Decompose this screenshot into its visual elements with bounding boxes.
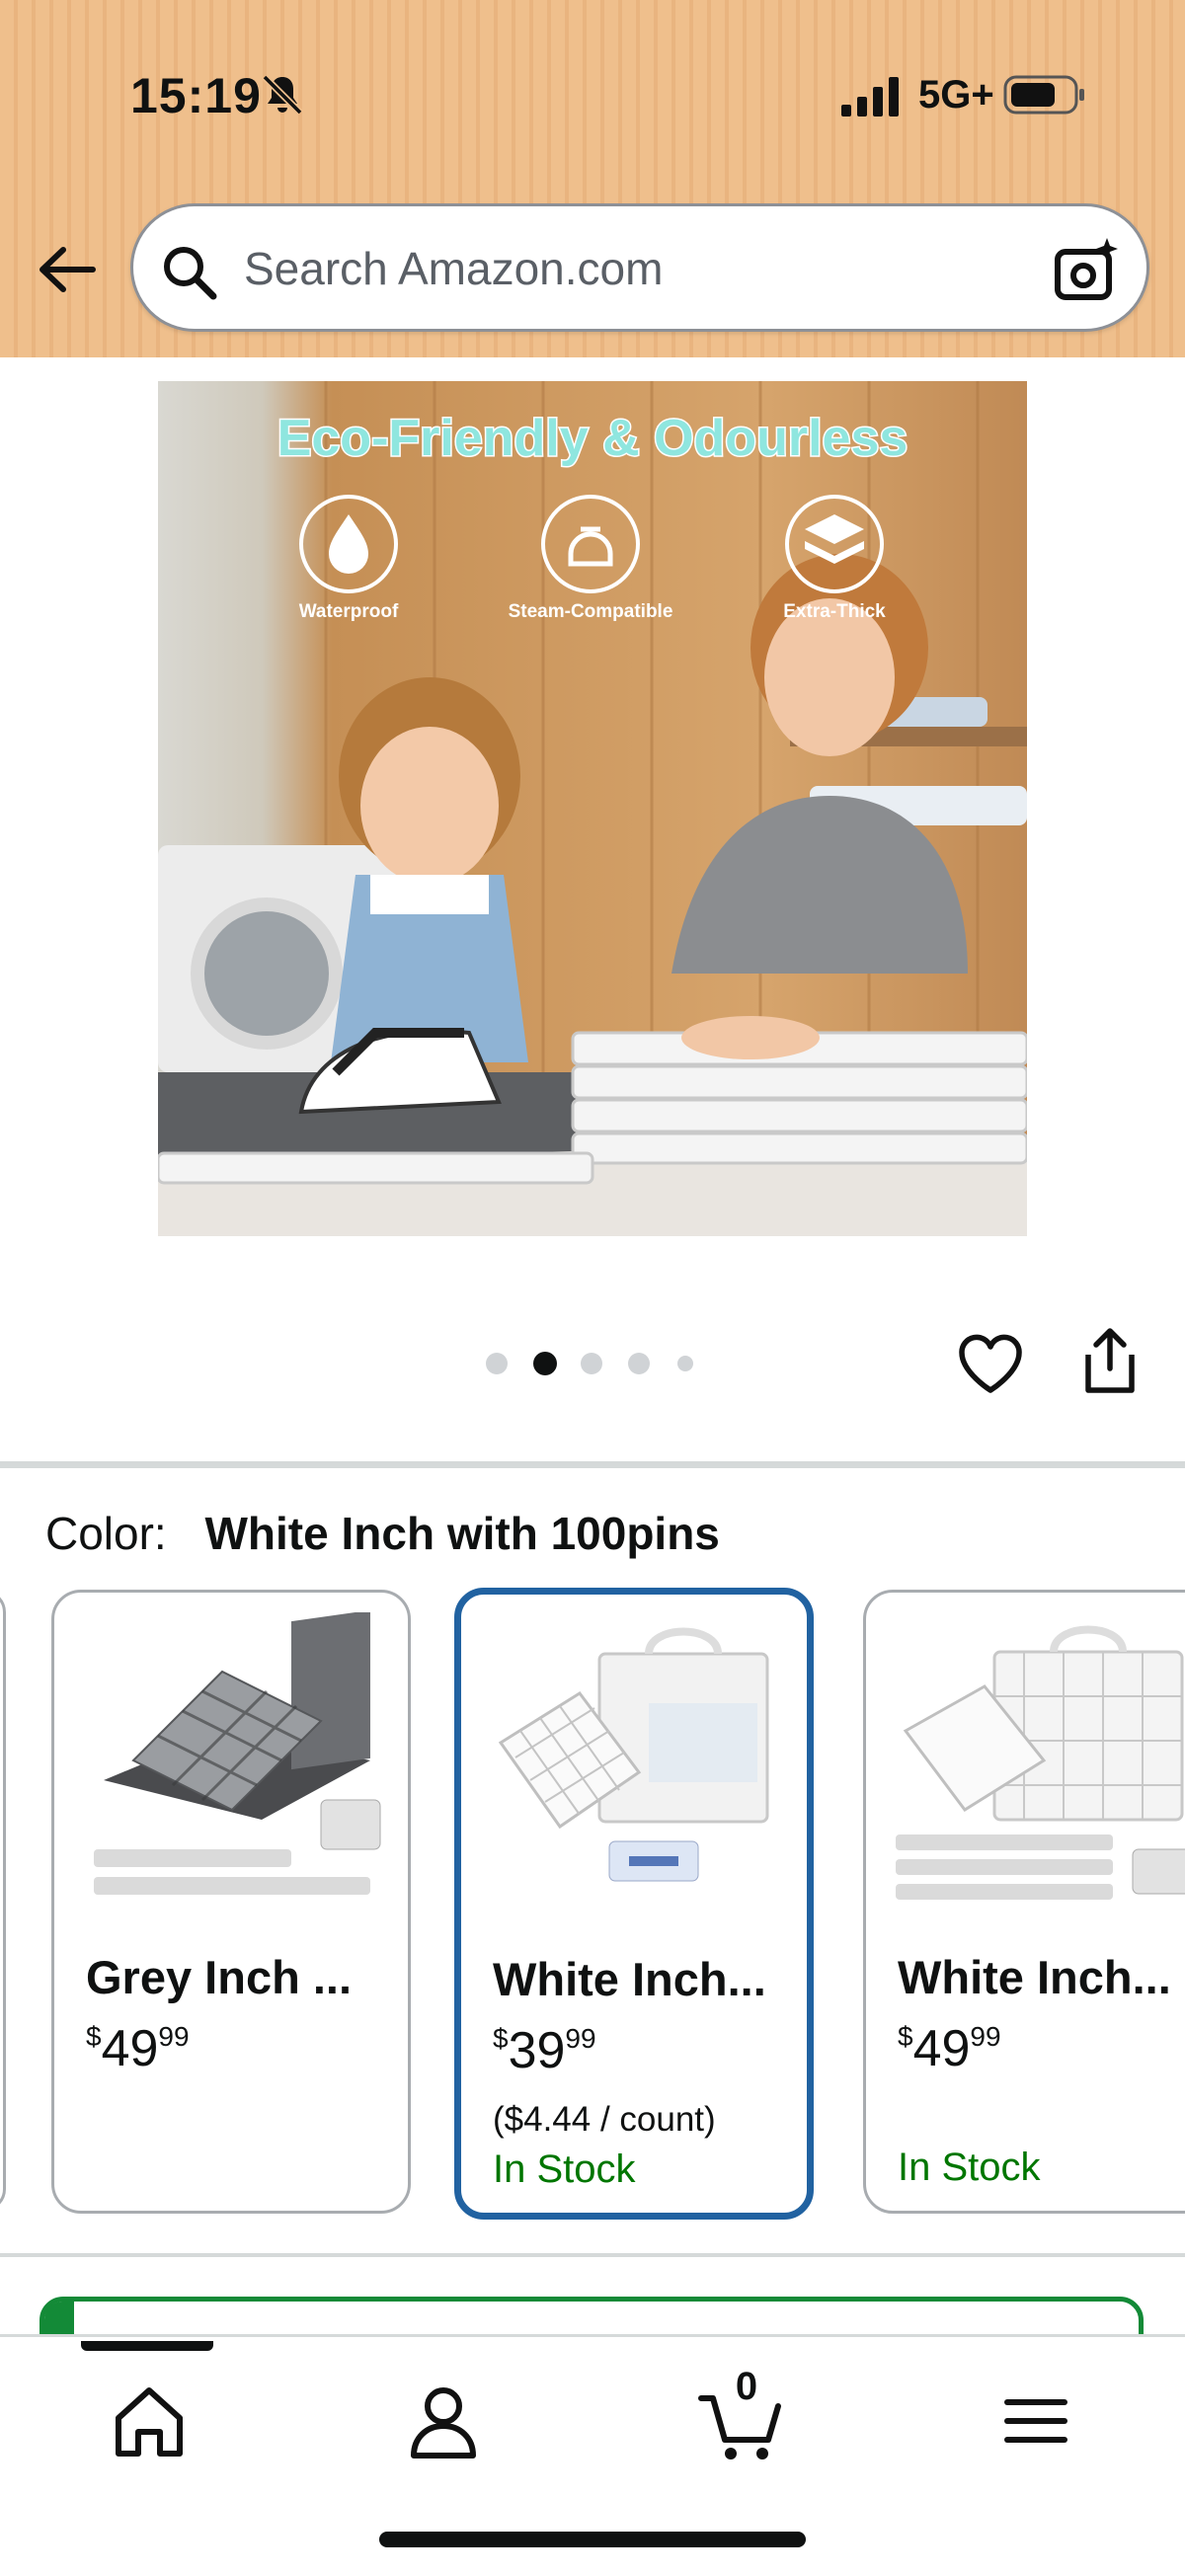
share-icon[interactable] (1078, 1325, 1142, 1396)
search-bar[interactable] (130, 203, 1149, 332)
carousel-dot[interactable] (628, 1353, 650, 1374)
carousel-dot-active[interactable] (533, 1352, 557, 1375)
status-time: 15:19 (130, 68, 262, 123)
cart-button[interactable]: 0 (697, 2365, 786, 2465)
carousel-dot[interactable] (486, 1353, 508, 1374)
signal-icon (841, 77, 899, 117)
variant-price: $3999 (493, 2022, 596, 2079)
variant-stock-status: In Stock (493, 2147, 636, 2191)
search-input[interactable] (244, 234, 1014, 303)
network-label: 5G+ (918, 73, 994, 117)
battery-icon (1003, 75, 1084, 115)
carousel-dot[interactable] (677, 1356, 693, 1371)
variant-carousel[interactable]: Grey Inch ... $4999 White Inch... $3999 … (0, 1584, 1185, 2225)
variant-price: $4999 (86, 2020, 190, 2077)
section-divider (0, 2253, 1185, 2257)
variant-title: White Inch... (493, 1953, 766, 2005)
color-selection: Color: White Inch with 100pins (45, 1507, 720, 1560)
bell-slash-icon (262, 74, 303, 116)
nav-active-indicator (81, 2341, 213, 2351)
camera-icon[interactable] (1052, 236, 1121, 305)
feature-label-3: Extra-Thick (783, 601, 886, 622)
hero-title: Eco-Friendly & Odourless (277, 410, 908, 467)
home-indicator (379, 2532, 806, 2547)
feature-label-1: Waterproof (299, 601, 399, 622)
feature-label-2: Steam-Compatible (509, 601, 673, 622)
header: 15:19 5G+ (0, 0, 1185, 357)
variant-thumbnail (94, 1612, 381, 1895)
menu-icon[interactable] (991, 2377, 1080, 2465)
variant-card-white-inch[interactable]: White Inch... $4999 In Stock (863, 1590, 1185, 2214)
product-image[interactable]: Eco-Friendly & Odourless Waterproof Stea… (158, 381, 1027, 1236)
variant-thumbnail (498, 1627, 769, 1882)
color-label: Color: (45, 1508, 167, 1559)
variant-card-white-inch-selected[interactable]: White Inch... $3999 ($4.44 / count) In S… (454, 1588, 814, 2220)
variant-title: White Inch... (898, 1951, 1171, 2003)
cart-icon (698, 2395, 781, 2459)
variant-card-partial[interactable] (0, 1590, 6, 2212)
back-arrow-icon[interactable] (36, 245, 97, 294)
variant-unit-price: ($4.44 / count) (493, 2100, 716, 2139)
variant-title: Grey Inch ... (86, 1951, 353, 2003)
variant-price: $4999 (898, 2020, 1001, 2077)
color-value: White Inch with 100pins (204, 1508, 720, 1559)
carousel-dot[interactable] (581, 1353, 602, 1374)
variant-thumbnail (896, 1625, 1185, 1900)
variant-card-grey-inch[interactable]: Grey Inch ... $4999 (51, 1590, 411, 2214)
home-icon[interactable] (105, 2377, 194, 2465)
section-divider (0, 1461, 1185, 1468)
variant-stock-status: In Stock (898, 2146, 1041, 2189)
carousel-dots[interactable] (484, 1347, 711, 1376)
search-icon (164, 247, 217, 300)
heart-icon[interactable] (956, 1329, 1025, 1398)
account-icon[interactable] (399, 2377, 488, 2465)
